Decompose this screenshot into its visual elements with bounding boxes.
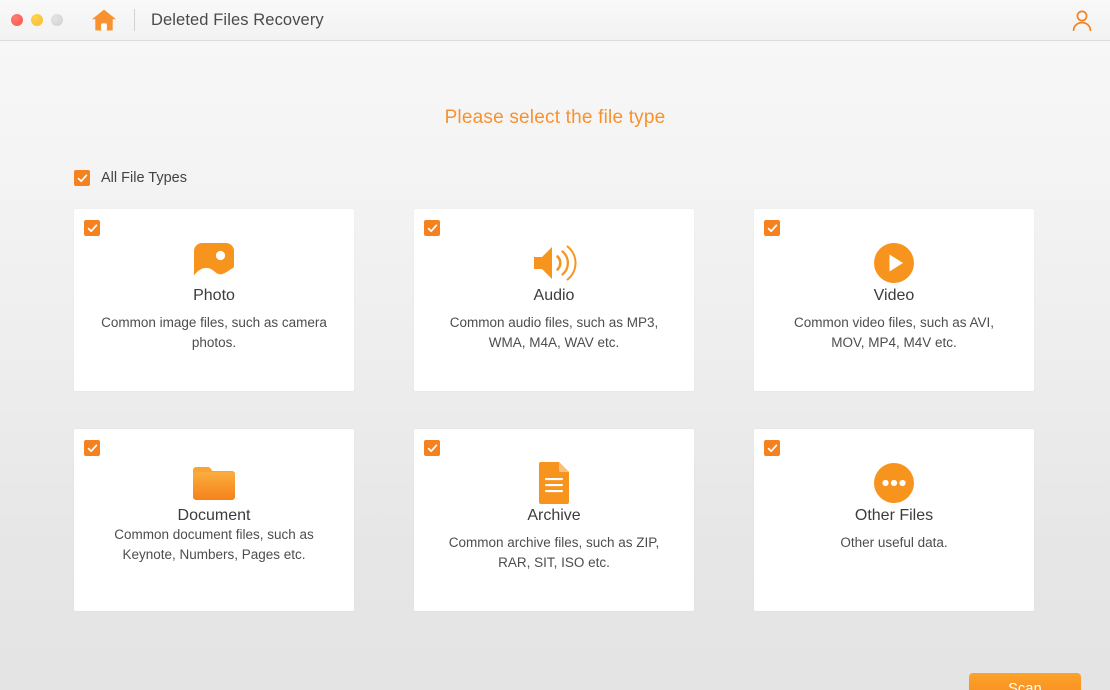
all-file-types-row[interactable]: All File Types: [74, 170, 187, 186]
file-type-card-document[interactable]: Document Common document files, such as …: [74, 429, 354, 611]
main-content: Please select the file type All File Typ…: [0, 41, 1110, 690]
video-description: Common video files, such as AVI, MOV, MP…: [778, 313, 1010, 353]
other-files-description: Other useful data.: [778, 533, 1010, 553]
window-controls: [11, 14, 63, 26]
ellipsis-icon: [873, 462, 915, 504]
other-files-checkbox[interactable]: [764, 440, 780, 456]
photo-icon-wrap: [74, 241, 354, 285]
file-type-card-archive[interactable]: Archive Common archive files, such as ZI…: [414, 429, 694, 611]
photo-icon: [193, 242, 235, 284]
document-checkbox[interactable]: [84, 440, 100, 456]
checkmark-icon: [427, 223, 438, 234]
other-files-icon-wrap: [754, 461, 1034, 505]
file-type-card-video[interactable]: Video Common video files, such as AVI, M…: [754, 209, 1034, 391]
archive-icon-wrap: [414, 461, 694, 505]
all-file-types-checkbox[interactable]: [74, 170, 90, 186]
file-type-card-audio[interactable]: Audio Common audio files, such as MP3, W…: [414, 209, 694, 391]
home-button[interactable]: [91, 8, 117, 32]
close-window-button[interactable]: [11, 14, 23, 26]
checkmark-icon: [767, 223, 778, 234]
file-type-card-photo[interactable]: Photo Common image files, such as camera…: [74, 209, 354, 391]
checkmark-icon: [767, 443, 778, 454]
app-window: Deleted Files Recovery Please select the…: [0, 0, 1110, 690]
video-icon-wrap: [754, 241, 1034, 285]
audio-description: Common audio files, such as MP3, WMA, M4…: [438, 313, 670, 353]
app-title: Deleted Files Recovery: [151, 11, 324, 30]
checkmark-icon: [87, 223, 98, 234]
archive-description: Common archive files, such as ZIP, RAR, …: [438, 533, 670, 573]
photo-title: Photo: [74, 287, 354, 305]
all-file-types-label: All File Types: [101, 170, 187, 186]
audio-title: Audio: [414, 287, 694, 305]
home-icon: [91, 8, 117, 32]
photo-description: Common image files, such as camera photo…: [98, 313, 330, 353]
audio-checkbox[interactable]: [424, 220, 440, 236]
document-icon-wrap: [74, 461, 354, 505]
document-description: Common document files, such as Keynote, …: [98, 525, 330, 565]
user-account-icon: [1072, 10, 1092, 31]
archive-icon: [537, 461, 571, 505]
page-title: Please select the file type: [0, 107, 1110, 129]
audio-icon: [531, 242, 577, 284]
audio-icon-wrap: [414, 241, 694, 285]
titlebar-divider: [134, 9, 135, 31]
archive-checkbox[interactable]: [424, 440, 440, 456]
file-type-grid: Photo Common image files, such as camera…: [74, 209, 1034, 611]
document-title: Document: [74, 507, 354, 525]
folder-icon: [191, 463, 237, 503]
checkmark-icon: [77, 173, 88, 184]
video-icon: [873, 242, 915, 284]
zoom-window-button[interactable]: [51, 14, 63, 26]
title-bar: Deleted Files Recovery: [0, 0, 1110, 41]
video-title: Video: [754, 287, 1034, 305]
other-files-title: Other Files: [754, 507, 1034, 525]
checkmark-icon: [87, 443, 98, 454]
archive-title: Archive: [414, 507, 694, 525]
user-account-button[interactable]: [1070, 8, 1094, 32]
minimize-window-button[interactable]: [31, 14, 43, 26]
video-checkbox[interactable]: [764, 220, 780, 236]
photo-checkbox[interactable]: [84, 220, 100, 236]
scan-button[interactable]: Scan: [969, 673, 1081, 690]
checkmark-icon: [427, 443, 438, 454]
file-type-card-other[interactable]: Other Files Other useful data.: [754, 429, 1034, 611]
